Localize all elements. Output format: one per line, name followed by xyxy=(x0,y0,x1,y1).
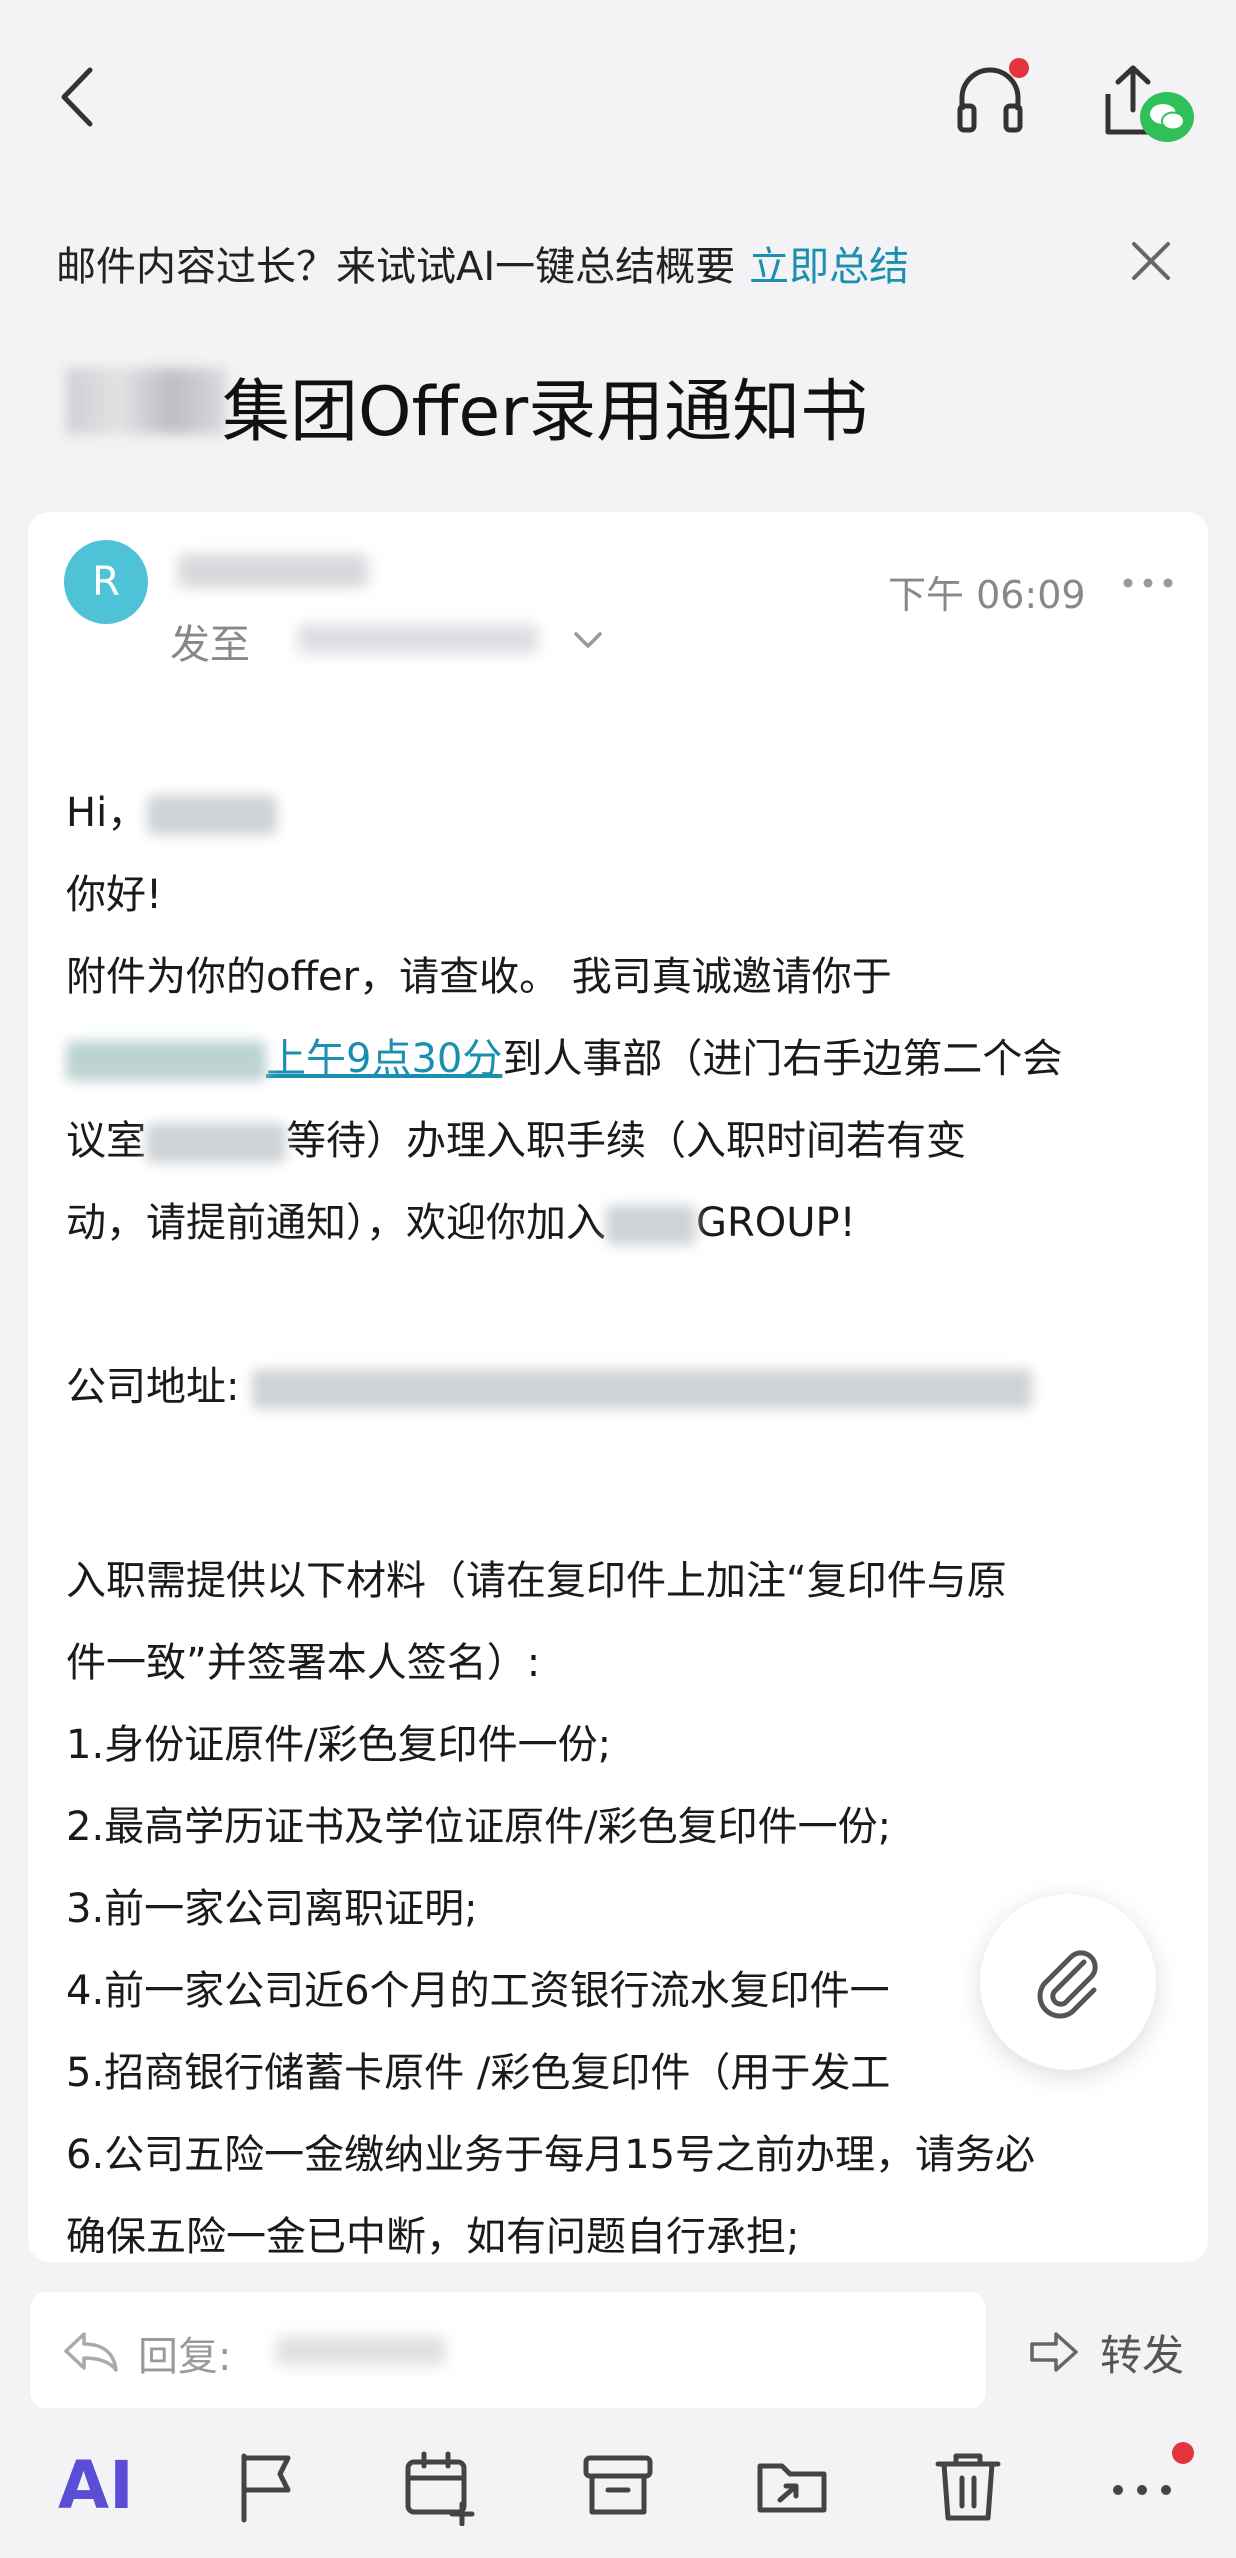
address-line: 公司地址: xyxy=(66,1346,1186,1428)
trash-icon xyxy=(935,2453,1001,2521)
list-item: 1.身份证原件/彩色复印件一份; xyxy=(66,1722,612,1768)
top-bar xyxy=(0,0,1236,200)
flag-icon xyxy=(241,2453,291,2523)
add-to-calendar-button[interactable] xyxy=(400,2446,480,2527)
close-icon xyxy=(1132,242,1170,280)
more-actions-button[interactable] xyxy=(1104,2446,1184,2526)
ai-tip-text: 邮件内容过长？来试试AI一键总结概要 xyxy=(56,244,736,290)
redacted-recipient xyxy=(298,624,538,654)
materials-line: 件一致”并签署本人签名）: xyxy=(66,1640,541,1686)
more-dots-icon xyxy=(1123,578,1173,588)
redacted-company xyxy=(606,1205,696,1245)
list-item: 2.最高学历证书及学位证原件/彩色复印件一份; xyxy=(66,1804,892,1850)
delete-button[interactable] xyxy=(928,2446,1008,2526)
recipient-label: 发至 xyxy=(170,622,250,668)
close-tip-button[interactable] xyxy=(1126,236,1176,286)
redacted-company-name xyxy=(66,368,226,434)
reply-input[interactable]: 回复: xyxy=(30,2292,986,2408)
redacted-name xyxy=(147,795,278,835)
summarize-now-link[interactable]: 立即总结 xyxy=(749,244,909,290)
paperclip-icon xyxy=(1037,1950,1098,2019)
list-item: 确保五险一金已中断，如有问题自行承担; xyxy=(66,2214,800,2260)
ai-label: AI xyxy=(58,2447,134,2524)
time-link[interactable]: 上午9点30分 xyxy=(266,1036,502,1082)
calendar-add-icon xyxy=(405,2451,475,2527)
move-to-folder-button[interactable] xyxy=(752,2446,832,2526)
folder-move-icon xyxy=(757,2463,827,2513)
attachment-button[interactable] xyxy=(980,1894,1156,2070)
avatar[interactable]: R xyxy=(64,540,148,624)
bottom-bar: 回复: 转发 AI xyxy=(0,2262,1236,2558)
back-arrow-icon xyxy=(61,67,93,127)
forward-icon xyxy=(1030,2332,1078,2372)
list-item: 6.公司五险一金缴纳业务于每月15号之前办理，请务必 xyxy=(66,2132,1036,2178)
body-line: 上午9点30分到人事部（进门右手边第二个会 xyxy=(66,1018,1186,1100)
greeting-line: Hi， xyxy=(66,772,1186,854)
redacted-room xyxy=(146,1123,286,1163)
archive-icon xyxy=(583,2455,653,2515)
notification-dot xyxy=(1009,58,1029,78)
redacted-address xyxy=(252,1369,1033,1409)
redacted-sender xyxy=(178,554,368,588)
reply-icon xyxy=(64,2332,118,2372)
body-line: 动，请提前通知），欢迎你加入 GROUP! xyxy=(66,1200,856,1246)
back-button[interactable] xyxy=(50,62,110,132)
ai-summary-tip: 邮件内容过长？来试试AI一键总结概要 立即总结 xyxy=(56,234,1176,294)
forward-button[interactable]: 转发 xyxy=(1026,2322,1216,2392)
chevron-down-icon xyxy=(574,632,602,648)
body-line: 附件为你的offer，请查收。 我司真诚邀请你于 xyxy=(66,954,892,1000)
redacted-date xyxy=(66,1041,266,1081)
email-time: 下午 06:09 xyxy=(888,573,1086,617)
hello-line: 你好! xyxy=(66,872,163,918)
body-line: 议室 等待）办理入职手续（入职时间若有变 xyxy=(66,1118,966,1164)
forward-label: 转发 xyxy=(1100,2331,1185,2380)
more-dots-icon xyxy=(1113,2485,1171,2495)
action-toolbar: AI xyxy=(0,2432,1236,2558)
wechat-icon xyxy=(1140,92,1194,142)
redacted-reply-recipient xyxy=(276,2336,446,2366)
email-subject: 集团Offer录用通知书 xyxy=(222,373,869,452)
reply-label: 回复: xyxy=(138,2334,232,2380)
ai-button[interactable]: AI xyxy=(58,2446,138,2526)
more-options-button[interactable] xyxy=(1118,568,1178,598)
flag-button[interactable] xyxy=(226,2446,306,2526)
materials-line: 入职需提供以下材料（请在复印件上加注“复印件与原 xyxy=(66,1558,1007,1604)
expand-recipients-button[interactable] xyxy=(568,626,608,656)
archive-button[interactable] xyxy=(578,2446,658,2526)
notification-dot xyxy=(1172,2442,1194,2464)
